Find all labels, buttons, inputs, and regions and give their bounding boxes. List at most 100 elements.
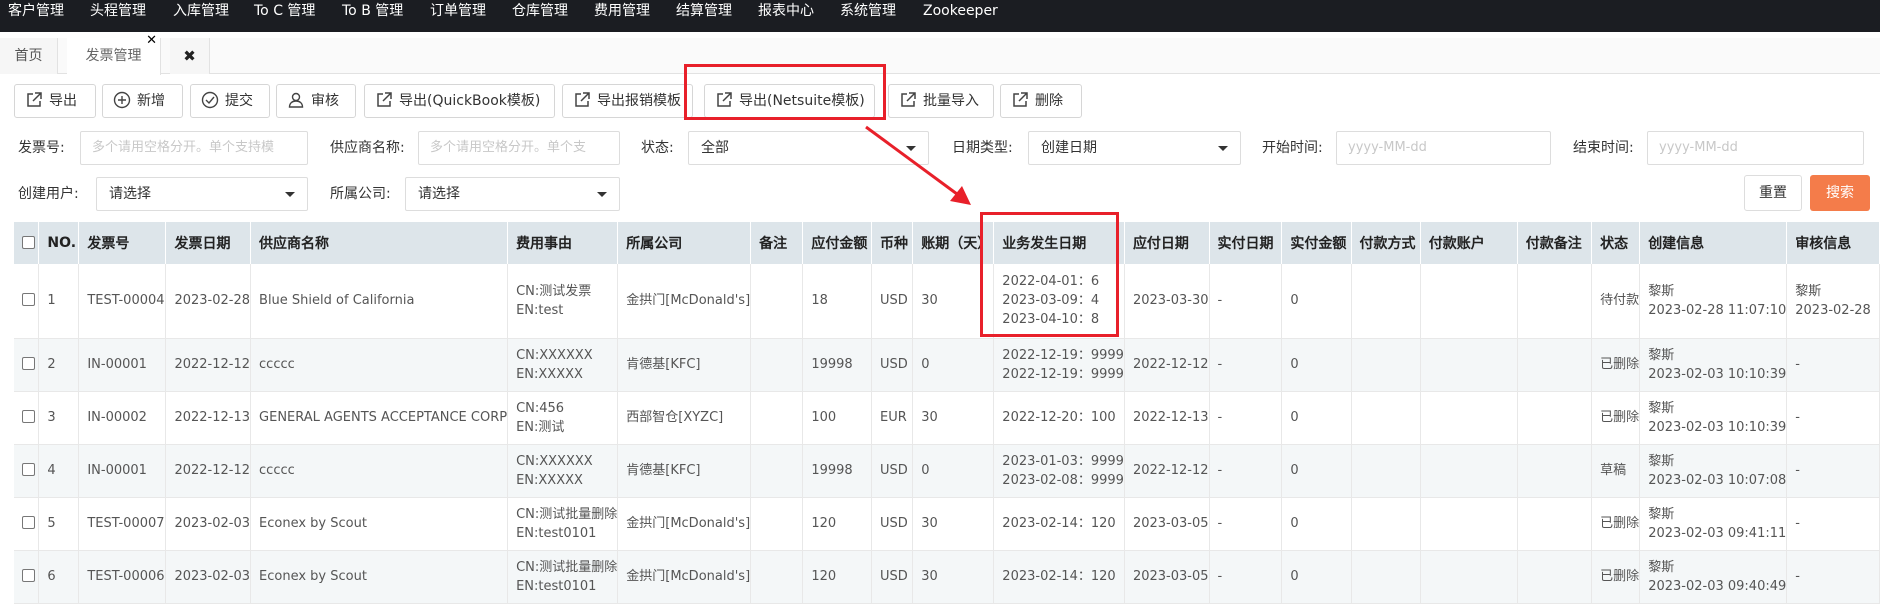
invoice-no-input[interactable]: 多个请用空格分开。单个支持模 bbox=[80, 131, 308, 165]
select-all-checkbox[interactable] bbox=[14, 222, 40, 264]
table-cell: IN-00001 bbox=[78, 444, 167, 498]
cell-line: 2023-02-03 10:10:39 bbox=[1648, 366, 1787, 382]
table-cell: 0 bbox=[912, 338, 995, 392]
table-cell: EUR bbox=[871, 391, 914, 445]
search-button[interactable]: 搜索 bbox=[1810, 175, 1870, 211]
table-cell: 黎斯 2023-02-03 10:10:39 bbox=[1639, 391, 1788, 445]
table-row[interactable]: 5 TEST-00007 2023-02-03 Econex by Scout CN:测… bbox=[14, 497, 1880, 551]
export-button[interactable]: 导出 bbox=[14, 84, 96, 118]
cell-line: CN:456 bbox=[516, 400, 565, 416]
table-cell: - bbox=[1209, 497, 1283, 551]
row-checkbox[interactable] bbox=[14, 444, 40, 498]
submit-button[interactable]: 提交 bbox=[190, 84, 270, 118]
nav-zookeeper[interactable]: Zookeeper bbox=[923, 0, 998, 22]
tab-home[interactable]: 首页 bbox=[0, 38, 58, 74]
nav-warehouse[interactable]: 仓库管理 bbox=[512, 0, 568, 22]
column-header: 实付金额 bbox=[1281, 222, 1352, 264]
reset-button[interactable]: 重置 bbox=[1744, 175, 1802, 211]
audit-button[interactable]: 审核 bbox=[276, 84, 356, 118]
table-cell: 2023-03-30 bbox=[1124, 264, 1210, 339]
table-cell: - bbox=[1786, 497, 1880, 551]
row-checkbox[interactable] bbox=[14, 497, 40, 551]
close-all-tabs-button[interactable]: ✖ bbox=[170, 38, 210, 74]
table-cell: USD bbox=[871, 444, 914, 498]
table-cell: 0 bbox=[1281, 497, 1352, 551]
table-cell: ccccc bbox=[250, 338, 509, 392]
user-icon bbox=[287, 89, 305, 108]
cell-line: CN:XXXXXX bbox=[516, 347, 593, 363]
export-reimburse-button[interactable]: 导出报销模板 bbox=[562, 84, 693, 118]
table-row[interactable]: 1 TEST-00004 2023-02-28 Blue Shield of Cali… bbox=[14, 264, 1880, 339]
table-cell: 3 bbox=[38, 391, 80, 445]
table-cell: 120 bbox=[802, 550, 873, 604]
table-cell: - bbox=[1209, 264, 1283, 339]
nav-system[interactable]: 系统管理 bbox=[840, 0, 896, 22]
batch-import-label: 批量导入 bbox=[923, 93, 979, 109]
nav-settlement[interactable]: 结算管理 bbox=[676, 0, 732, 22]
export-netsuite-button[interactable]: 导出(Netsuite模板) bbox=[704, 84, 875, 118]
table-row[interactable]: 4 IN-00001 2022-12-12 ccccc CN:XXXXXX EN:XXXX… bbox=[14, 444, 1880, 498]
checkbox-icon[interactable] bbox=[22, 569, 35, 582]
batch-import-button[interactable]: 批量导入 bbox=[888, 84, 994, 118]
delete-label: 删除 bbox=[1035, 93, 1063, 109]
table-cell: - bbox=[1209, 444, 1283, 498]
add-button[interactable]: 新增 bbox=[102, 84, 183, 118]
end-date-label: 结束时间: bbox=[1573, 140, 1634, 156]
creator-select[interactable]: 请选择 bbox=[96, 177, 308, 211]
cell-line: 黎斯 bbox=[1648, 506, 1675, 522]
close-tab-icon[interactable]: ✕ bbox=[146, 26, 157, 56]
nav-reports[interactable]: 报表中心 bbox=[758, 0, 814, 22]
checkbox-icon[interactable] bbox=[22, 357, 35, 370]
table-cell: 2022-12-19：9999 2022-12-19：9999 bbox=[993, 338, 1125, 392]
table-cell: 2023-02-14：120 bbox=[993, 550, 1125, 604]
table-cell: 120 bbox=[802, 497, 873, 551]
supplier-input[interactable]: 多个请用空格分开。单个支 bbox=[418, 131, 620, 165]
table-cell: 0 bbox=[1281, 550, 1352, 604]
checkbox-icon[interactable] bbox=[22, 236, 35, 249]
start-date-input[interactable]: yyyy-MM-dd bbox=[1336, 131, 1551, 165]
nav-fees[interactable]: 费用管理 bbox=[594, 0, 650, 22]
row-checkbox[interactable] bbox=[14, 338, 40, 392]
table-cell: CN:测试批量删除 EN:test0101 bbox=[507, 497, 619, 551]
table-cell: USD bbox=[871, 338, 914, 392]
nav-inbound[interactable]: 入库管理 bbox=[173, 0, 229, 22]
checkbox-icon[interactable] bbox=[22, 463, 35, 476]
nav-orders[interactable]: 订单管理 bbox=[430, 0, 486, 22]
table-row[interactable]: 6 TEST-00006 2023-02-03 Econex by Scout CN:测… bbox=[14, 550, 1880, 604]
checkbox-icon[interactable] bbox=[22, 293, 35, 307]
table-cell bbox=[1351, 444, 1421, 498]
nav-toc[interactable]: To C 管理 bbox=[254, 0, 315, 22]
cell-line: 2023-02-28 11:07:10 bbox=[1648, 302, 1787, 318]
table-cell bbox=[1420, 264, 1518, 339]
chevron-down-icon bbox=[597, 192, 607, 197]
tab-bar: 首页 发票管理 ✕ ✖ bbox=[0, 33, 1880, 75]
table-row[interactable]: 3 IN-00002 2022-12-13 GENERAL AGENTS ACCEPT… bbox=[14, 391, 1880, 445]
export-label: 导出 bbox=[49, 93, 77, 109]
end-date-input[interactable]: yyyy-MM-dd bbox=[1647, 131, 1864, 165]
export-quickbook-button[interactable]: 导出(QuickBook模板) bbox=[364, 84, 555, 118]
company-select[interactable]: 请选择 bbox=[405, 177, 620, 211]
status-badge: 待付款 bbox=[1591, 264, 1641, 339]
nav-tob[interactable]: To B 管理 bbox=[342, 0, 403, 22]
table-cell: 西部智仓[XYZC] bbox=[617, 391, 752, 445]
status-badge: 已删除 bbox=[1591, 391, 1641, 445]
tab-invoice-label: 发票管理 bbox=[85, 48, 142, 64]
table-cell bbox=[1517, 550, 1593, 604]
nav-firstleg[interactable]: 头程管理 bbox=[90, 0, 146, 22]
checkbox-icon[interactable] bbox=[22, 516, 35, 529]
export-icon bbox=[25, 89, 43, 107]
date-type-select[interactable]: 创建日期 bbox=[1028, 131, 1241, 165]
tab-invoice[interactable]: 发票管理 ✕ bbox=[67, 33, 161, 75]
status-select[interactable]: 全部 bbox=[688, 131, 929, 165]
table-cell: 30 bbox=[912, 550, 995, 604]
row-checkbox[interactable] bbox=[14, 391, 40, 445]
row-checkbox[interactable] bbox=[14, 264, 40, 339]
delete-button[interactable]: 删除 bbox=[1000, 84, 1082, 118]
date-type-value: 创建日期 bbox=[1041, 140, 1097, 156]
checkbox-icon[interactable] bbox=[22, 410, 35, 423]
export-icon bbox=[899, 89, 917, 107]
cell-line: CN:测试批量删除 bbox=[516, 559, 618, 575]
table-row[interactable]: 2 IN-00001 2022-12-12 ccccc CN:XXXXXX EN:XXXX… bbox=[14, 338, 1880, 392]
nav-customer[interactable]: 客户管理 bbox=[8, 0, 64, 22]
row-checkbox[interactable] bbox=[14, 550, 40, 604]
